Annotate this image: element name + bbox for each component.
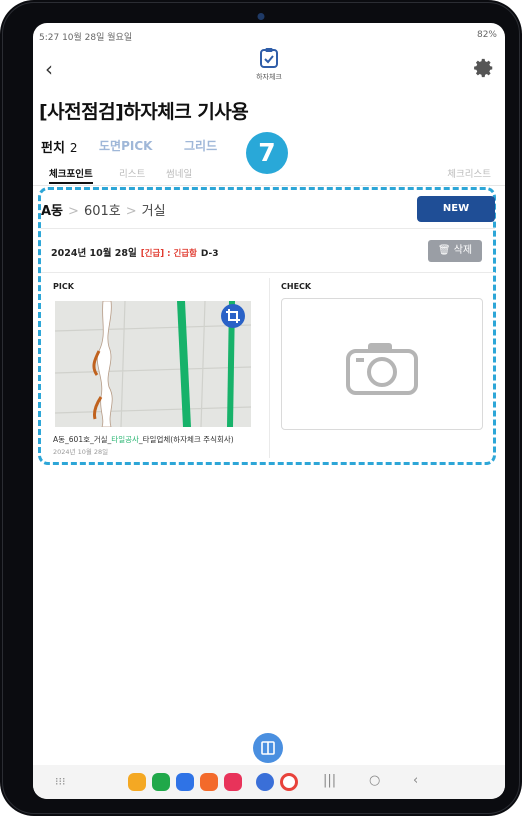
caption-date: 2024년 10월 28일: [53, 448, 109, 456]
camera-icon: [346, 343, 418, 395]
app-logo: 하자체크: [239, 47, 299, 82]
folder-app-icon[interactable]: [128, 773, 146, 791]
tab-punch[interactable]: 펀치 2: [41, 137, 78, 156]
screen: 5:27 10월 28일 월요일 82% ‹ 하자체크 [사전점검]하자체크 기…: [33, 23, 505, 799]
delete-button[interactable]: 🗑 삭제: [428, 240, 482, 262]
item-date: 2024년 10월 28일: [51, 248, 137, 259]
photo-caption: A동_601호_거실_타일공사_타일업체(하자체크 주식회사): [53, 434, 234, 445]
punch-count: 2: [69, 141, 78, 155]
subtab-list[interactable]: 리스트: [119, 166, 145, 180]
status-time-date: 5:27 10월 28일 월요일: [39, 33, 133, 43]
caption-company: _타일업체(하자체크 주식회사): [138, 435, 234, 444]
new-button[interactable]: NEW: [417, 196, 495, 222]
divider: [41, 228, 495, 229]
breadcrumb-unit[interactable]: 601호: [84, 204, 121, 219]
crop-icon[interactable]: [221, 304, 245, 328]
android-nav-bar: ⁝⁝⁝ ||| ○ ‹: [33, 765, 505, 799]
caption-location: A동_601호_거실_: [53, 435, 112, 444]
crop-glyph: [226, 309, 240, 323]
back-arrow-icon[interactable]: ‹: [45, 59, 65, 79]
tab-drawing-pick[interactable]: 도면PICK: [99, 137, 152, 154]
apps-grid-icon[interactable]: ⁝⁝⁝: [55, 775, 66, 788]
phone-app-icon[interactable]: [152, 773, 170, 791]
settings-app-icon[interactable]: [256, 773, 274, 791]
gear-icon[interactable]: [473, 57, 495, 79]
tab-grid[interactable]: 그리드: [184, 137, 217, 154]
tablet-frame: 5:27 10월 28일 월요일 82% ‹ 하자체크 [사전점검]하자체크 기…: [0, 0, 522, 816]
breadcrumb-separator: >: [125, 204, 137, 219]
recent-apps-icon[interactable]: |||: [323, 773, 336, 788]
messages-app-icon[interactable]: [176, 773, 194, 791]
status-bar: 5:27 10월 28일 월요일 82%: [33, 23, 505, 45]
clipboard-check-icon: [260, 48, 278, 68]
battery-level: 82%: [476, 30, 497, 40]
check-label: CHECK: [281, 282, 312, 291]
contacts-app-icon[interactable]: [200, 773, 218, 791]
pick-label: PICK: [53, 282, 74, 291]
urgent-badge: [긴급] : 긴급함: [140, 249, 197, 259]
tab-punch-label: 펀치: [41, 141, 65, 156]
app-header: ‹ 하자체크: [33, 45, 505, 105]
logo-label: 하자체크: [256, 73, 282, 81]
floating-action-button[interactable]: [253, 733, 283, 763]
front-camera: [257, 13, 265, 20]
delete-label: 삭제: [453, 245, 473, 256]
breadcrumb-building[interactable]: A동: [41, 204, 63, 219]
breadcrumb: A동 >601호 > 거실: [41, 200, 166, 220]
sub-tabs: 체크포인트 리스트 썸네일 체크리스트: [33, 163, 505, 186]
breadcrumb-room[interactable]: 거실: [142, 204, 166, 219]
check-photo-upload[interactable]: [281, 298, 483, 430]
dday-badge: D-3: [200, 249, 219, 259]
subtab-thumbnail[interactable]: 썸네일: [166, 166, 192, 180]
trash-icon: 🗑: [437, 245, 451, 256]
floor-plan-icon: [261, 741, 275, 755]
caption-trade: 타일공사: [111, 435, 139, 444]
back-nav-icon[interactable]: ‹: [413, 773, 418, 788]
subtab-checklist[interactable]: 체크리스트: [447, 166, 491, 180]
item-date-row: 2024년 10월 28일 [긴급] : 긴급함 D-3: [51, 245, 219, 259]
home-icon[interactable]: ○: [369, 773, 380, 788]
breadcrumb-separator: >: [68, 204, 79, 219]
divider: [41, 272, 495, 273]
chrome-app-icon[interactable]: [280, 773, 298, 791]
gallery-app-icon[interactable]: [224, 773, 242, 791]
column-divider: [269, 278, 270, 458]
subtab-checkpoint[interactable]: 체크포인트: [49, 166, 93, 184]
page-title: [사전점검]하자체크 기사용: [39, 101, 249, 123]
